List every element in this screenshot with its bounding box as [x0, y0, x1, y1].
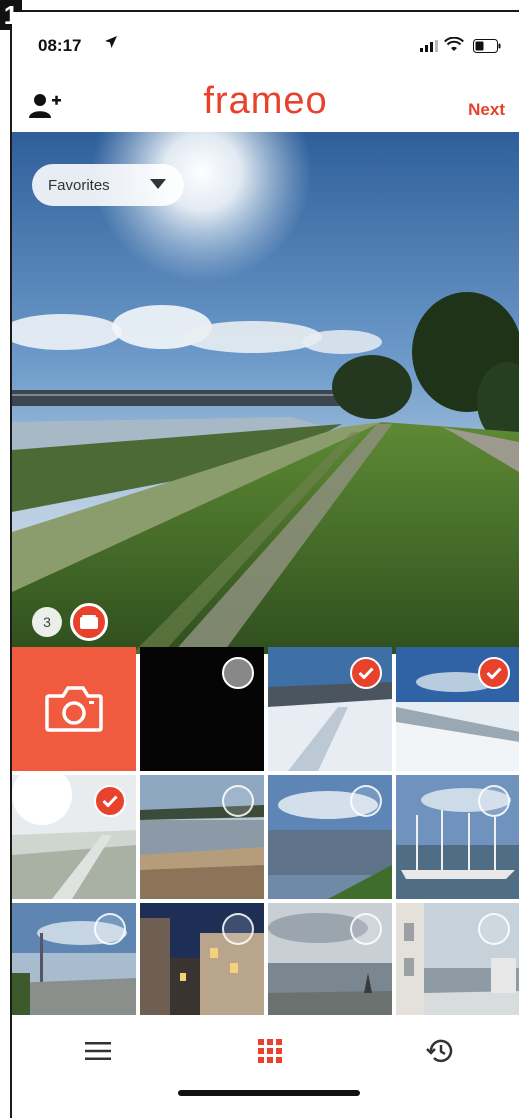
history-clock-icon — [426, 1039, 453, 1063]
cellular-signal-icon — [420, 40, 438, 52]
photo-thumbnail[interactable] — [396, 903, 519, 1027]
album-dropdown[interactable]: Favorites — [32, 164, 184, 206]
selection-circle-icon[interactable] — [222, 657, 254, 689]
photo-thumbnail[interactable] — [396, 775, 519, 899]
battery-icon — [473, 39, 501, 53]
selection-circle-icon[interactable] — [350, 913, 382, 945]
caret-down-icon — [150, 179, 166, 189]
app-logo: frameo — [203, 80, 328, 122]
selection-circle-icon[interactable] — [222, 785, 254, 817]
tab-history[interactable] — [420, 1033, 460, 1069]
photo-thumbnail[interactable] — [12, 775, 136, 899]
tab-gallery[interactable] — [250, 1033, 290, 1069]
selected-photo-preview: Favorites 3 — [12, 132, 519, 654]
phone-screen: 08:17 frameo Next Favorites 3 — [12, 12, 519, 1118]
photo-thumbnail[interactable] — [268, 647, 392, 771]
photo-thumbnail[interactable] — [12, 903, 136, 1027]
home-indicator[interactable] — [178, 1090, 360, 1096]
selection-circle-icon[interactable] — [478, 913, 510, 945]
photo-thumbnail[interactable] — [268, 775, 392, 899]
photo-grid — [12, 647, 519, 1015]
check-icon[interactable] — [478, 657, 510, 689]
status-bar: 08:17 — [12, 12, 519, 68]
tab-menu[interactable] — [78, 1033, 118, 1069]
location-arrow-icon — [105, 36, 117, 48]
photo-stack-icon — [80, 615, 98, 629]
photo-thumbnail[interactable] — [268, 903, 392, 1027]
photo-thumbnail[interactable] — [140, 775, 264, 899]
bottom-tab-bar — [12, 1015, 519, 1085]
selected-count-badge: 3 — [32, 607, 62, 637]
selection-circle-icon[interactable] — [94, 913, 126, 945]
selection-circle-icon[interactable] — [222, 913, 254, 945]
hamburger-menu-icon — [85, 1042, 111, 1060]
landscape-photo — [12, 132, 519, 654]
album-dropdown-label: Favorites — [48, 176, 110, 194]
check-icon[interactable] — [350, 657, 382, 689]
photo-thumbnail[interactable] — [396, 647, 519, 771]
wifi-icon — [444, 37, 464, 51]
selection-circle-icon[interactable] — [350, 785, 382, 817]
photo-thumbnail[interactable] — [140, 647, 264, 771]
camera-icon — [45, 686, 103, 732]
selected-photos-button[interactable] — [70, 603, 108, 641]
status-time: 08:17 — [38, 36, 82, 55]
camera-tile[interactable] — [12, 647, 136, 771]
photo-thumbnail[interactable] — [140, 903, 264, 1027]
app-header: frameo Next — [12, 74, 519, 132]
check-icon[interactable] — [94, 785, 126, 817]
grid-icon — [258, 1039, 282, 1063]
selection-circle-icon[interactable] — [478, 785, 510, 817]
next-button[interactable]: Next — [468, 100, 505, 120]
